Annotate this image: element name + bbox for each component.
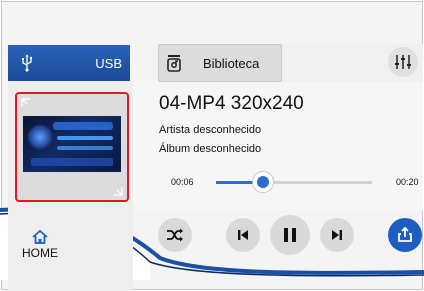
share-button[interactable]	[388, 218, 422, 252]
pause-button[interactable]	[270, 215, 310, 255]
track-artist: Artista desconhecido	[159, 124, 262, 136]
track-album: Álbum desconhecido	[159, 143, 262, 155]
library-icon	[167, 55, 181, 72]
shuffle-icon	[167, 228, 183, 242]
library-label: Biblioteca	[203, 55, 260, 71]
progress-bar[interactable]	[216, 181, 372, 184]
progress-knob-dot	[256, 176, 269, 188]
shuffle-button[interactable]	[158, 218, 192, 252]
elapsed-time: 00:06	[171, 177, 194, 187]
usb-source-tab[interactable]: USB	[8, 45, 130, 81]
pause-icon	[284, 228, 296, 242]
previous-track-button[interactable]	[226, 218, 260, 252]
next-track-icon	[332, 230, 342, 240]
progress-knob[interactable]	[251, 171, 274, 193]
total-time: 00:20	[396, 177, 419, 187]
equalizer-icon	[395, 55, 411, 69]
album-art-frame[interactable]	[15, 92, 129, 202]
previous-track-icon	[238, 230, 248, 240]
usb-icon	[22, 54, 33, 72]
next-track-button[interactable]	[320, 218, 354, 252]
expand-corner-icon	[21, 98, 30, 107]
library-tab[interactable]: Biblioteca	[158, 44, 282, 82]
share-icon	[398, 226, 412, 242]
home-label: HOME	[22, 246, 58, 260]
collapse-corner-icon	[114, 187, 123, 196]
equalizer-button[interactable]	[388, 47, 418, 77]
home-icon	[32, 230, 48, 244]
media-player-screen: USB Biblioteca 04-MP4 320x240 Artista de…	[0, 0, 424, 291]
home-button[interactable]: HOME	[10, 230, 70, 266]
usb-source-label: USB	[95, 55, 122, 71]
album-art-image	[23, 116, 121, 172]
track-title: 04-MP4 320x240	[159, 93, 304, 114]
